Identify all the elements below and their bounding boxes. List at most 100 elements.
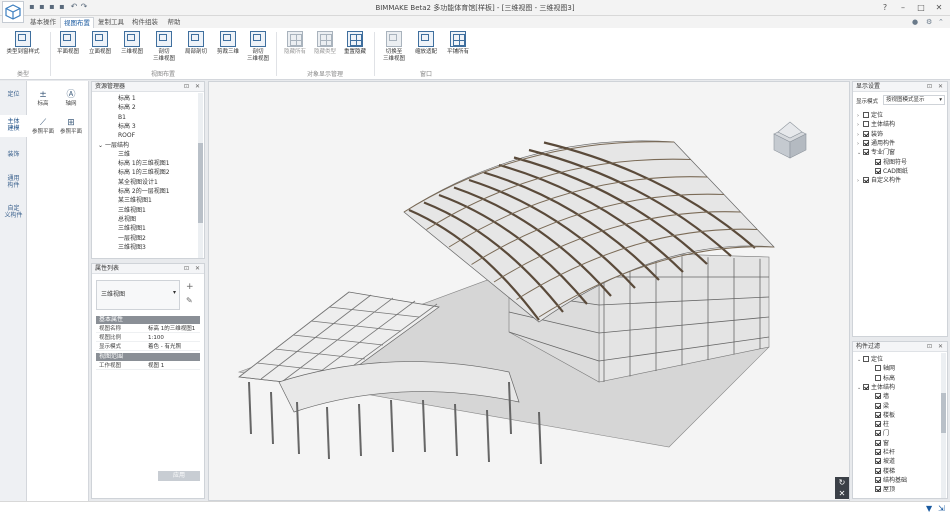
checkbox[interactable] (875, 486, 881, 493)
resource-tree-item[interactable]: ⌄ 一层结构 (98, 142, 129, 150)
view-style-button[interactable]: 类型到窗样式 (6, 31, 40, 56)
checkbox[interactable] (863, 383, 869, 390)
resource-tree-item[interactable]: 标高 3 (118, 123, 136, 131)
resource-tree-item[interactable]: B1 (118, 114, 126, 122)
resource-tree-item[interactable]: 三维视图1 (118, 225, 146, 233)
elevation-view-button[interactable]: 立面视图 (86, 31, 114, 56)
checkbox[interactable] (875, 421, 881, 428)
prop-row[interactable]: 视图比例 1:100 (96, 334, 200, 342)
checkbox[interactable] (875, 402, 881, 409)
resource-tree-item[interactable]: 标高 2的一层视图1 (118, 188, 170, 196)
checklist-item[interactable]: 轴网 (869, 365, 895, 373)
checkbox[interactable] (863, 139, 869, 146)
checklist-item[interactable]: CAD图纸 (869, 167, 908, 176)
left-tab-custom[interactable]: 自定 义构件 (0, 205, 27, 219)
checklist-item[interactable]: 标高 (869, 374, 895, 383)
resource-scrollbar[interactable] (198, 93, 203, 258)
left-tab-positioning[interactable]: 定位 (0, 91, 27, 98)
checkbox[interactable] (863, 112, 869, 118)
prop-value[interactable]: 着色 - 有光照 (148, 343, 198, 351)
building-model[interactable] (209, 82, 850, 501)
checklist-item[interactable]: 栏杆 (869, 449, 895, 457)
minimize-button[interactable]: – (896, 2, 910, 13)
checkbox[interactable] (863, 177, 869, 184)
checkbox[interactable] (863, 356, 869, 362)
reference-plane-tool[interactable]: ⟋ 参照平面 (30, 117, 56, 136)
resource-tree-item[interactable]: 标高 2 (118, 104, 136, 112)
resource-tree-item[interactable]: 一层视图2 (118, 235, 146, 243)
expand-icon[interactable]: ⌄ (98, 142, 105, 149)
3d-viewport[interactable]: ↻ ✕ (208, 81, 850, 501)
view-cube[interactable] (773, 121, 807, 159)
resource-tree-item[interactable]: 标高 1的三维视图1 (118, 160, 170, 168)
section-3d-view-button[interactable]: 剖切 三维视图 (150, 31, 178, 63)
checkbox[interactable] (875, 374, 881, 381)
grid-tool[interactable]: Ⓐ 轴网 (58, 89, 84, 108)
checkbox[interactable] (863, 121, 869, 128)
resource-tree-item[interactable]: 三维 (118, 151, 130, 159)
prop-row[interactable]: 显示模式 着色 - 有光照 (96, 343, 200, 351)
tile-all-button[interactable]: 平铺所有 (444, 31, 472, 56)
resource-tree-item[interactable]: 三维视图3 (118, 244, 146, 252)
checklist-item[interactable]: 墙 (869, 393, 889, 401)
prop-row[interactable]: 视图名称 标高 1的三维视图1 (96, 325, 200, 333)
left-tab-general[interactable]: 通用 构件 (0, 175, 27, 189)
checklist-item[interactable]: › 装饰 (857, 130, 883, 139)
collapse-ribbon-icon[interactable]: ⌃ (938, 18, 946, 26)
checklist-item[interactable]: 坡道 (869, 458, 895, 466)
panel-controls[interactable]: ⊡ ✕ (184, 264, 202, 274)
resource-tree-item[interactable]: 标高 1 (118, 95, 136, 103)
hide-all-button[interactable]: 隐藏所有 (282, 31, 308, 56)
local-section-button[interactable]: 局部剖切 (182, 31, 210, 56)
add-type-icon[interactable]: + (186, 282, 194, 292)
settings-icon[interactable]: ⚙ (926, 18, 934, 26)
3d-view-button[interactable]: 三维视图 (118, 31, 146, 56)
checklist-item[interactable]: ⌄ 专业门窗 (857, 149, 895, 157)
crop-3d-button[interactable]: 剪裁三维 (214, 31, 242, 56)
plan-view-button[interactable]: 平面视图 (54, 31, 82, 56)
checklist-item[interactable]: › 自定义构件 (857, 177, 901, 185)
rotate-icon[interactable]: ↻ (839, 478, 846, 487)
left-tab-decoration[interactable]: 装饰 (0, 151, 27, 158)
section-3d-view-button-2[interactable]: 剖切 三维视图 (244, 31, 272, 63)
checkbox[interactable] (875, 365, 881, 372)
reset-hide-button[interactable]: 重置隐藏 (342, 31, 368, 56)
checklist-item[interactable]: 窗 (869, 439, 889, 448)
checkbox[interactable] (875, 430, 881, 437)
tab-basic[interactable]: 基本操作 (28, 17, 58, 28)
checklist-item[interactable]: ⌄ 主体结构 (857, 383, 895, 392)
checklist-item[interactable]: › 主体结构 (857, 121, 895, 129)
user-icon[interactable]: ● (912, 18, 920, 26)
checkbox[interactable] (875, 393, 881, 400)
checkbox[interactable] (875, 167, 881, 174)
checkbox[interactable] (875, 476, 881, 483)
checklist-item[interactable]: ⌄ 定位 (857, 356, 883, 364)
checklist-item[interactable]: 门 (869, 430, 889, 438)
close-button[interactable]: ✕ (932, 2, 946, 13)
checkbox[interactable] (875, 411, 881, 418)
checklist-item[interactable]: 柱 (869, 421, 889, 429)
prop-value[interactable]: 视图 1 (148, 362, 198, 370)
checklist-item[interactable]: › 通用构件 (857, 139, 895, 148)
checklist-item[interactable]: 屋顶 (869, 486, 895, 494)
checkbox[interactable] (863, 130, 869, 137)
tab-help[interactable]: 帮助 (164, 17, 184, 28)
resource-tree-item[interactable]: 总视图 (118, 216, 136, 224)
close-view-icon[interactable]: ✕ (839, 489, 846, 498)
resource-tree-item[interactable]: 标高 1的三维视图2 (118, 169, 170, 177)
tab-components[interactable]: 构件组装 (130, 17, 160, 28)
hide-type-button[interactable]: 隐藏类型 (312, 31, 338, 56)
tab-copy-tools[interactable]: 复制工具 (96, 17, 126, 28)
resource-tree-item[interactable]: 某三维视图1 (118, 197, 152, 205)
apply-button[interactable]: 应用 (158, 471, 200, 481)
display-mode-select[interactable]: 按视图模式显示 ▾ (883, 95, 945, 105)
resource-tree-item[interactable]: 某全视图设计1 (118, 179, 158, 187)
tab-view-layout[interactable]: 视图布置 (60, 17, 94, 28)
prop-row[interactable]: 工作视图 视图 1 (96, 362, 200, 370)
zoom-fit-button[interactable]: 缩放适配 (412, 31, 440, 56)
maximize-button[interactable]: □ (914, 2, 928, 13)
help-icon[interactable]: ? (878, 2, 892, 13)
checklist-item[interactable]: › 定位 (857, 112, 883, 120)
checklist-item[interactable]: 梁 (869, 402, 889, 411)
checkbox[interactable] (863, 149, 869, 156)
